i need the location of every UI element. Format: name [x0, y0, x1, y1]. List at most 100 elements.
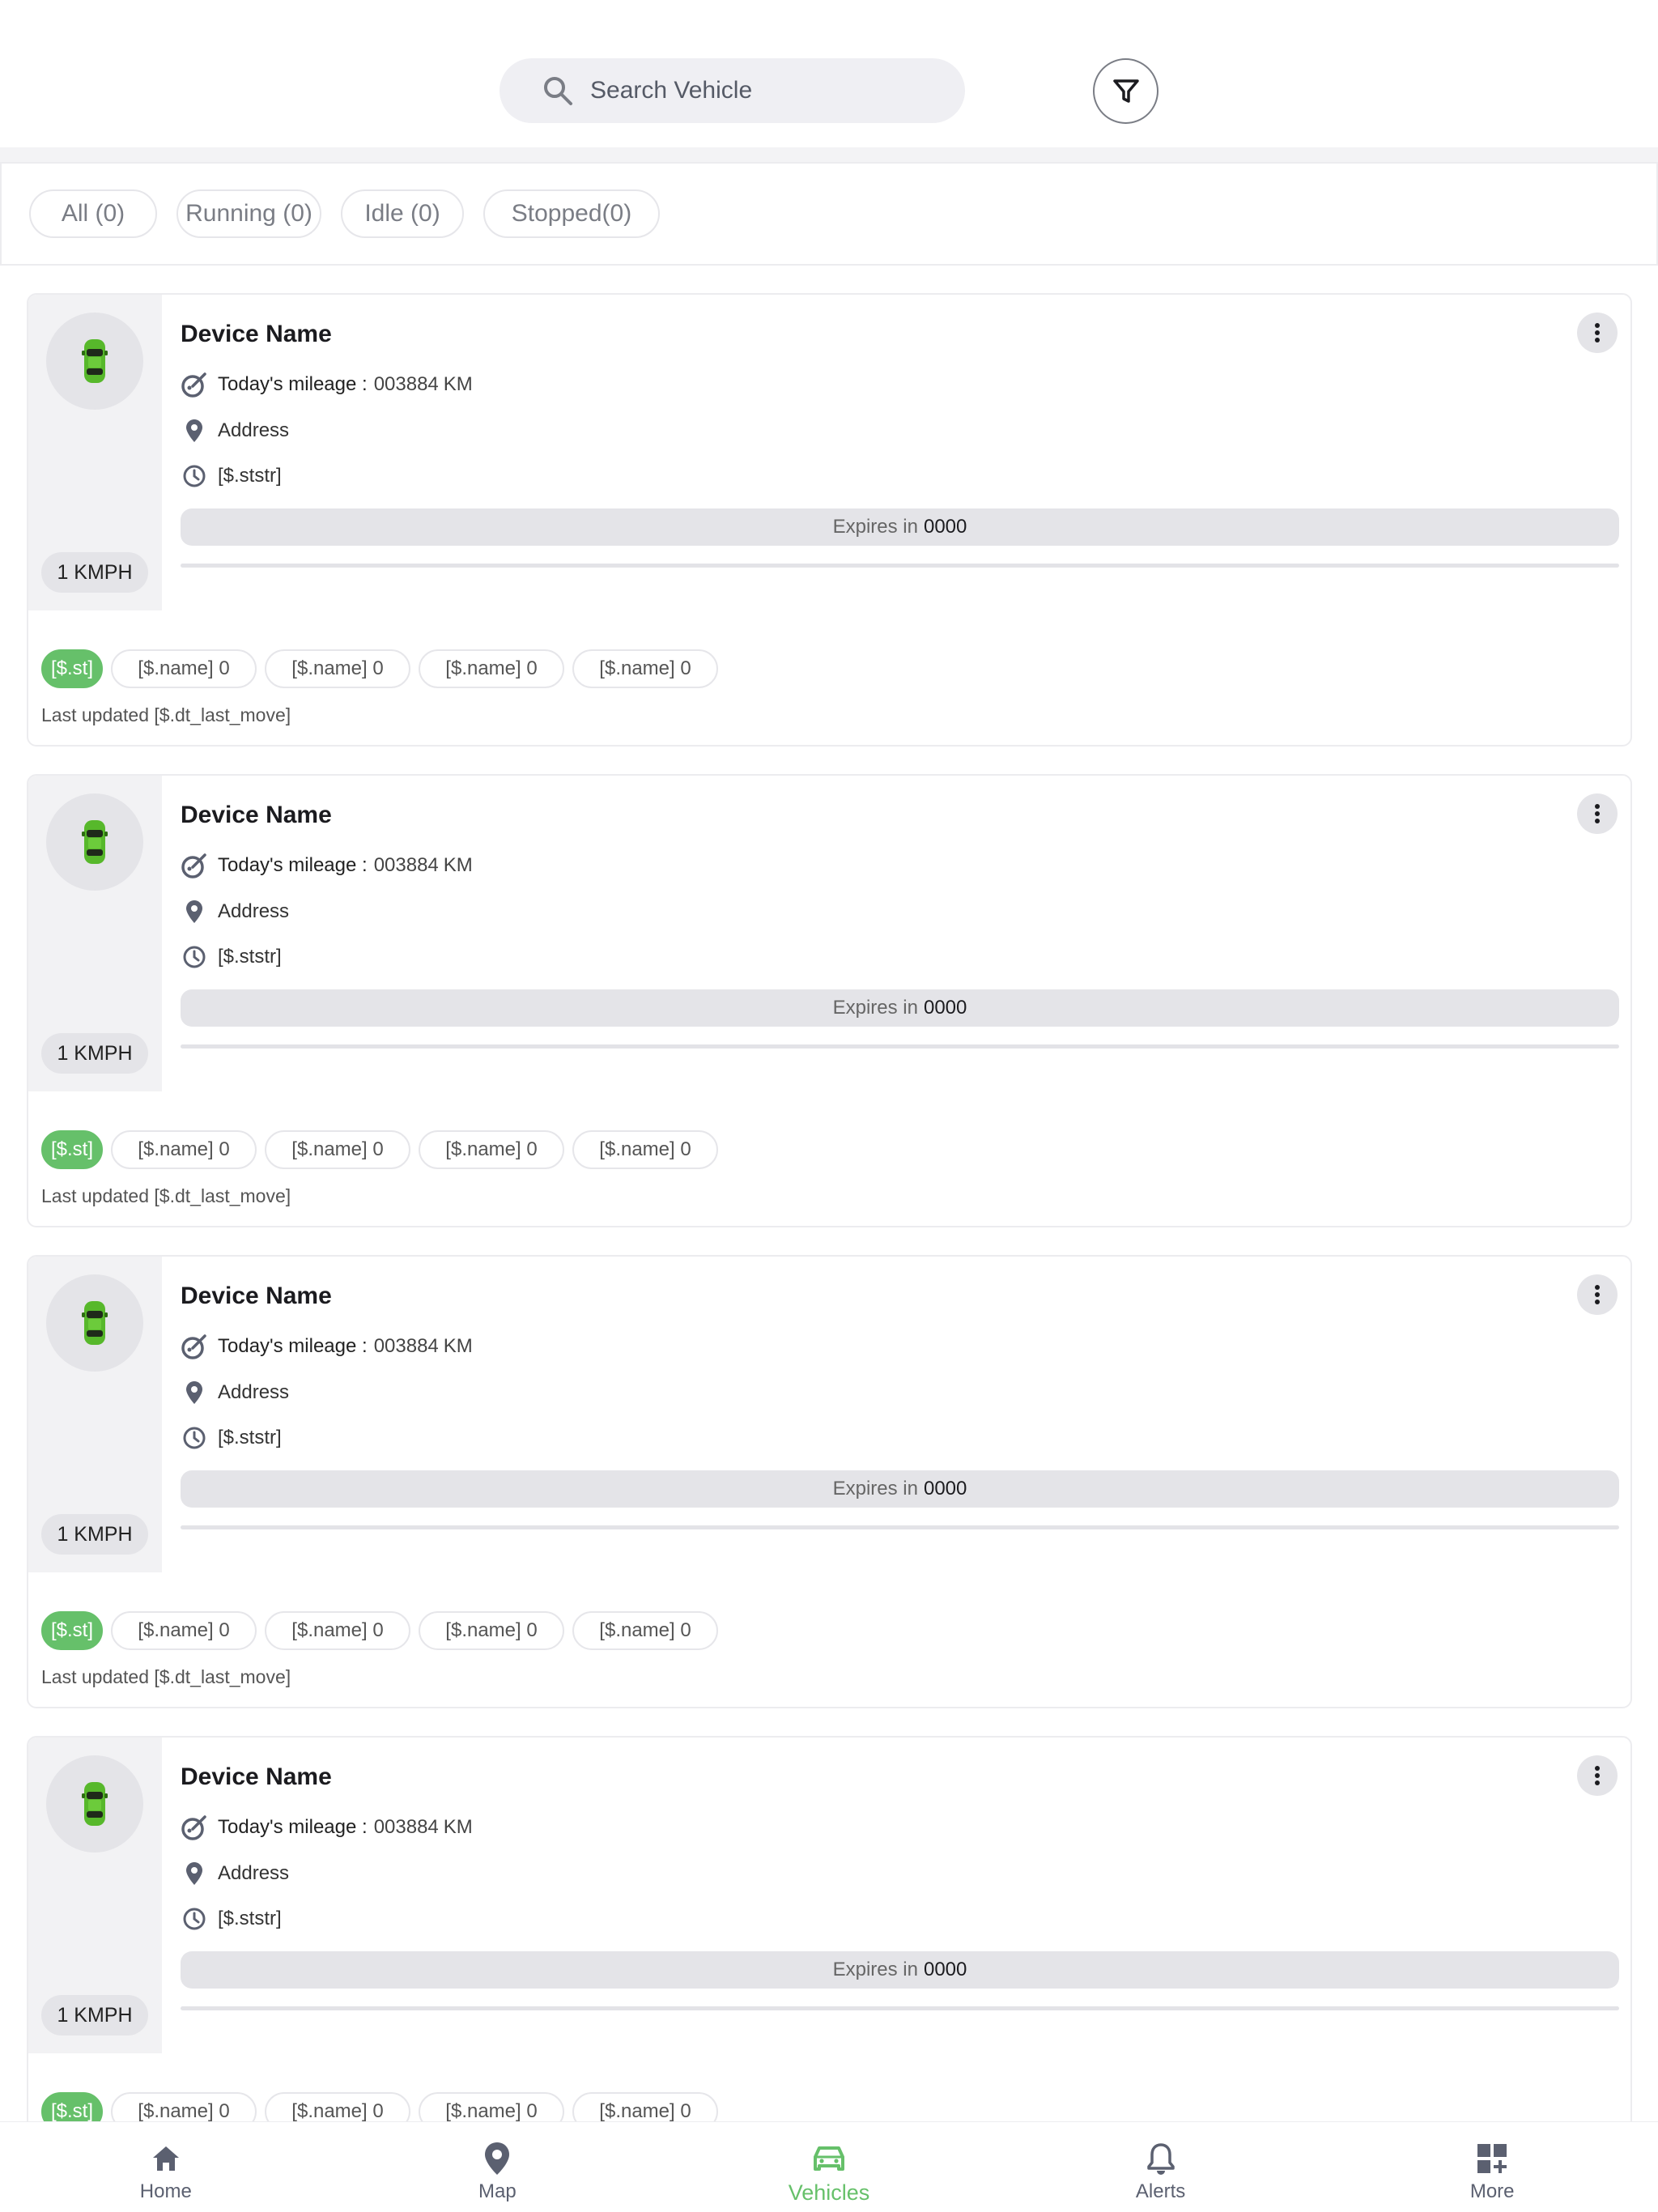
filter-button[interactable] [1093, 58, 1158, 124]
chip-row: [$.st] [$.name] 0 [$.name] 0 [$.name] 0 [$.n… [41, 649, 726, 688]
name-chip[interactable]: [$.name] 0 [265, 649, 410, 688]
name-chip[interactable]: [$.name] 0 [419, 1611, 564, 1650]
last-updated: Last updated [$.dt_last_move] [41, 704, 291, 725]
time-row: [$.ststr] [181, 943, 282, 971]
nav-label-alerts: Alerts [1135, 2180, 1186, 2202]
name-chip[interactable]: [$.name] 0 [419, 1130, 564, 1169]
expiry-progress [181, 564, 1619, 568]
nav-more[interactable]: More [1326, 2122, 1658, 2212]
vehicle-avatar [46, 793, 143, 891]
device-name: Device Name [181, 1763, 332, 1790]
mileage-icon [181, 1334, 206, 1359]
nav-home[interactable]: Home [0, 2122, 332, 2212]
mileage-label: Today's mileage : [218, 1816, 368, 1838]
more-vertical-icon [1595, 1766, 1600, 1785]
tab-all[interactable]: All (0) [29, 189, 157, 238]
mileage-icon [181, 1815, 206, 1840]
expires-label: Expires in [832, 1478, 918, 1499]
car-top-icon [82, 339, 108, 383]
clock-icon [183, 946, 206, 968]
mileage-value: 003884 [373, 854, 439, 876]
status-chip[interactable]: [$.st] [41, 649, 103, 688]
vehicle-card[interactable]: 1 KMPH Device Name Today's mileage : 003… [27, 293, 1632, 747]
status-chip[interactable]: [$.st] [41, 1611, 103, 1650]
tab-running[interactable]: Running (0) [176, 189, 321, 238]
last-updated: Last updated [$.dt_last_move] [41, 1666, 291, 1687]
expires-bar: Expires in 0000 [181, 1951, 1619, 1989]
vehicle-avatar [46, 1274, 143, 1372]
device-name: Device Name [181, 321, 332, 347]
name-chip[interactable]: [$.name] 0 [572, 1130, 718, 1169]
address-row: Address [181, 1379, 289, 1406]
nav-vehicles[interactable]: Vehicles [663, 2122, 995, 2212]
vehicle-avatar [46, 313, 143, 410]
map-pin-icon [485, 2142, 510, 2175]
more-options-button[interactable] [1577, 793, 1618, 834]
car-top-icon [82, 1301, 108, 1345]
header-separator [0, 147, 1658, 162]
header [0, 0, 1658, 147]
tab-idle[interactable]: Idle (0) [341, 189, 464, 238]
expires-label: Expires in [832, 1959, 918, 1980]
mileage-row: Today's mileage : 003884 KM [181, 1814, 473, 1841]
name-chip[interactable]: [$.name] 0 [419, 649, 564, 688]
nav-label-more: More [1469, 2180, 1515, 2202]
more-options-button[interactable] [1577, 1274, 1618, 1315]
mileage-label: Today's mileage : [218, 1335, 368, 1357]
more-options-button[interactable] [1577, 1755, 1618, 1796]
speed-badge: 1 KMPH [41, 1995, 148, 2035]
time-text: [$.ststr] [218, 1908, 282, 1929]
mileage-label: Today's mileage : [218, 854, 368, 876]
expires-value: 0000 [923, 1478, 967, 1499]
name-chip[interactable]: [$.name] 0 [572, 1611, 718, 1650]
tab-stopped[interactable]: Stopped(0) [483, 189, 660, 238]
vehicle-side-panel: 1 KMPH [28, 295, 162, 610]
name-chip[interactable]: [$.name] 0 [265, 1611, 410, 1650]
expiry-progress [181, 1044, 1619, 1049]
speed-badge: 1 KMPH [41, 552, 148, 593]
vehicle-card[interactable]: 1 KMPH Device Name Today's mileage : 003… [27, 1255, 1632, 1708]
mileage-row: Today's mileage : 003884 KM [181, 371, 473, 398]
clock-icon [183, 465, 206, 487]
expires-value: 0000 [923, 516, 967, 538]
address-row: Address [181, 1860, 289, 1887]
location-pin-icon [186, 900, 202, 923]
time-text: [$.ststr] [218, 1427, 282, 1448]
bell-icon [1146, 2143, 1175, 2175]
expires-label: Expires in [832, 997, 918, 1019]
nav-map[interactable]: Map [332, 2122, 664, 2212]
time-row: [$.ststr] [181, 1424, 282, 1452]
vehicle-card[interactable]: 1 KMPH Device Name Today's mileage : 003… [27, 774, 1632, 1227]
time-row: [$.ststr] [181, 1905, 282, 1933]
name-chip[interactable]: [$.name] 0 [265, 1130, 410, 1169]
search-input[interactable] [590, 77, 930, 104]
status-chip[interactable]: [$.st] [41, 1130, 103, 1169]
address-text: Address [218, 1381, 290, 1403]
chip-row: [$.st] [$.name] 0 [$.name] 0 [$.name] 0 [$.n… [41, 1130, 726, 1169]
address-text: Address [218, 419, 290, 441]
more-options-button[interactable] [1577, 313, 1618, 353]
mileage-value: 003884 [373, 1335, 439, 1357]
search-bar[interactable] [500, 58, 965, 123]
name-chip[interactable]: [$.name] 0 [572, 649, 718, 688]
mileage-label: Today's mileage : [218, 373, 368, 395]
expires-bar: Expires in 0000 [181, 508, 1619, 546]
last-updated: Last updated [$.dt_last_move] [41, 1185, 291, 1206]
bottom-navigation: Home Map Vehicles Alerts More [0, 2121, 1658, 2212]
expires-value: 0000 [923, 1959, 967, 1980]
mileage-icon [181, 853, 206, 878]
mileage-unit: KM [443, 373, 473, 395]
device-name: Device Name [181, 802, 332, 828]
filter-icon [1112, 79, 1139, 103]
expires-value: 0000 [923, 997, 967, 1019]
time-row: [$.ststr] [181, 462, 282, 490]
name-chip[interactable]: [$.name] 0 [111, 1611, 257, 1650]
location-pin-icon [186, 1862, 202, 1885]
nav-alerts[interactable]: Alerts [995, 2122, 1327, 2212]
address-row: Address [181, 417, 289, 445]
name-chip[interactable]: [$.name] 0 [111, 1130, 257, 1169]
expires-label: Expires in [832, 516, 918, 538]
time-text: [$.ststr] [218, 465, 282, 487]
name-chip[interactable]: [$.name] 0 [111, 649, 257, 688]
chip-row: [$.st] [$.name] 0 [$.name] 0 [$.name] 0 [$.n… [41, 1611, 726, 1650]
